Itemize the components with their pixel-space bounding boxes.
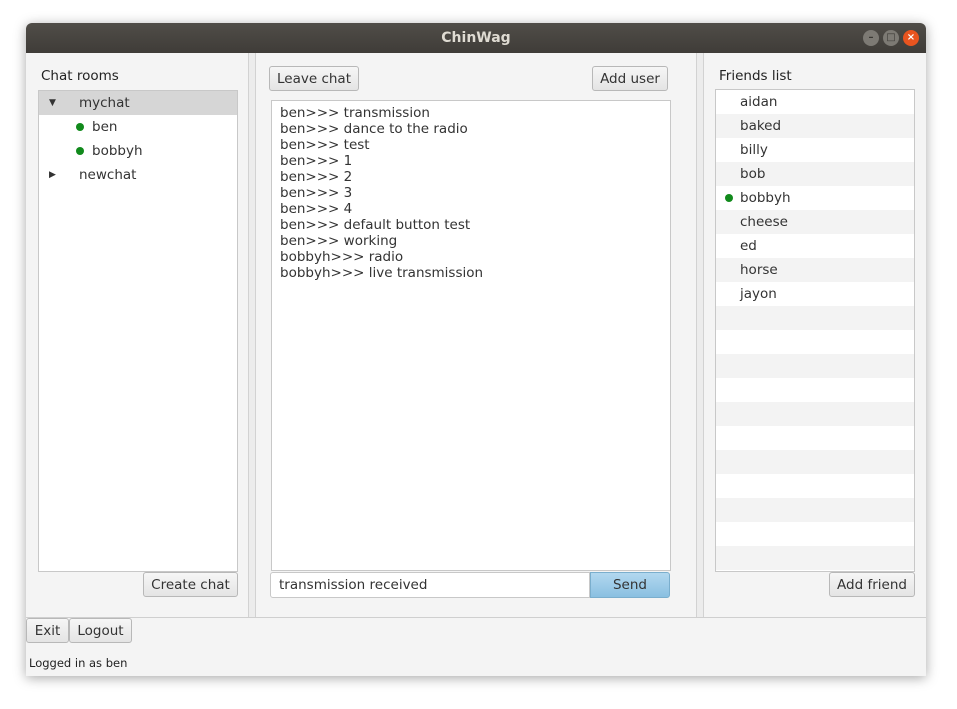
friends-list[interactable]: aidan baked billy bob bobbyh cheese ed horse jay…: [715, 89, 915, 572]
chat-log[interactable]: ben>>> transmission ben>>> dance to the r…: [271, 100, 671, 571]
logout-button[interactable]: Logout: [69, 618, 132, 643]
chat-message: bobbyh>>> radio: [280, 249, 404, 265]
online-dot-icon: [76, 147, 84, 155]
room-member-item[interactable]: bobbyh: [39, 139, 237, 163]
friend-name: bobbyh: [740, 190, 791, 206]
footer-separator: [26, 617, 926, 618]
room-name: newchat: [79, 167, 137, 183]
room-item[interactable]: ▼ mychat: [39, 91, 237, 115]
empty-list-row: [716, 474, 914, 498]
room-member-item[interactable]: ben: [39, 115, 237, 139]
empty-list-row: [716, 378, 914, 402]
add-user-button[interactable]: Add user: [592, 66, 668, 91]
triangle-right-icon[interactable]: ▶: [49, 170, 56, 180]
chat-message: ben>>> dance to the radio: [280, 121, 468, 137]
friend-name: ed: [740, 238, 757, 254]
room-name: mychat: [79, 95, 130, 111]
friend-name: billy: [740, 142, 768, 158]
chat-message: ben>>> 3: [280, 185, 353, 201]
chat-message: ben>>> default button test: [280, 217, 471, 233]
minimize-icon[interactable]: –: [863, 30, 879, 46]
add-friend-button[interactable]: Add friend: [829, 572, 915, 597]
send-button[interactable]: Send: [590, 572, 670, 598]
chat-message: ben>>> transmission: [280, 105, 430, 121]
right-splitter[interactable]: [696, 53, 704, 617]
friend-name: bob: [740, 166, 766, 182]
empty-list-row: [716, 354, 914, 378]
friend-name: jayon: [740, 286, 777, 302]
room-item[interactable]: ▶ newchat: [39, 163, 237, 187]
member-name: bobbyh: [92, 143, 143, 159]
status-text: Logged in as ben: [29, 656, 128, 670]
friend-name: horse: [740, 262, 778, 278]
friend-name: cheese: [740, 214, 788, 230]
exit-button[interactable]: Exit: [26, 618, 69, 643]
title-bar[interactable]: ChinWag: [26, 23, 926, 53]
window-title: ChinWag: [441, 30, 511, 46]
chat-message: ben>>> 2: [280, 169, 353, 185]
friend-item[interactable]: bobbyh: [716, 186, 914, 210]
empty-list-row: [716, 330, 914, 354]
friends-list-label: Friends list: [719, 68, 792, 84]
empty-list-row: [716, 402, 914, 426]
friend-name: aidan: [740, 94, 778, 110]
chat-message: ben>>> test: [280, 137, 370, 153]
left-splitter[interactable]: [248, 53, 256, 617]
maximize-icon[interactable]: □: [883, 30, 899, 46]
empty-list-row: [716, 306, 914, 330]
close-icon[interactable]: ×: [903, 30, 919, 46]
friend-item[interactable]: billy: [716, 138, 914, 162]
friend-item[interactable]: cheese: [716, 210, 914, 234]
chat-message: ben>>> working: [280, 233, 398, 249]
chat-message: bobbyh>>> live transmission: [280, 265, 484, 281]
friend-item[interactable]: jayon: [716, 282, 914, 306]
chat-rooms-label: Chat rooms: [41, 68, 119, 84]
chat-rooms-tree[interactable]: ▼ mychat ben bobbyh ▶ newchat: [38, 90, 238, 572]
leave-chat-button[interactable]: Leave chat: [269, 66, 359, 91]
message-input[interactable]: [270, 572, 590, 598]
member-name: ben: [92, 119, 118, 135]
empty-list-row: [716, 546, 914, 570]
chat-message: ben>>> 4: [280, 201, 353, 217]
chat-message: ben>>> 1: [280, 153, 353, 169]
friend-item[interactable]: horse: [716, 258, 914, 282]
friend-item[interactable]: bob: [716, 162, 914, 186]
empty-list-row: [716, 426, 914, 450]
online-dot-icon: [725, 194, 733, 202]
friend-item[interactable]: baked: [716, 114, 914, 138]
empty-list-row: [716, 498, 914, 522]
app-window: ChinWag – □ × Chat rooms ▼ mychat ben bobby…: [26, 23, 926, 676]
triangle-down-icon[interactable]: ▼: [49, 98, 56, 108]
empty-list-row: [716, 450, 914, 474]
create-chat-button[interactable]: Create chat: [143, 572, 238, 597]
online-dot-icon: [76, 123, 84, 131]
friend-item[interactable]: aidan: [716, 90, 914, 114]
friend-name: baked: [740, 118, 782, 134]
empty-list-row: [716, 522, 914, 546]
friend-item[interactable]: ed: [716, 234, 914, 258]
